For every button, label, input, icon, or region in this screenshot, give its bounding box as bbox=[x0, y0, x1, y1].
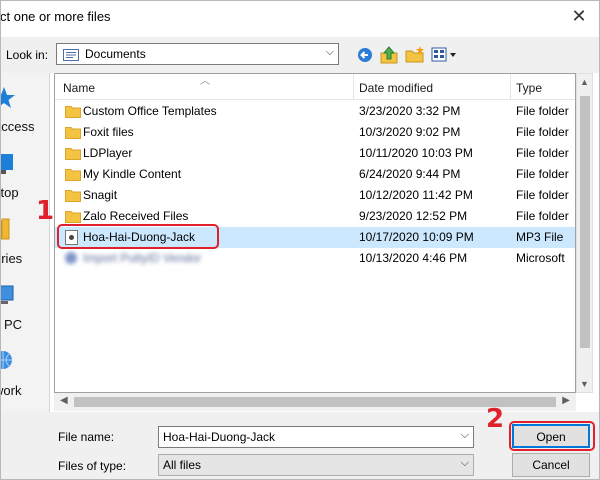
file-date: 6/24/2020 9:44 PM bbox=[359, 167, 461, 181]
file-name: My Kindle Content bbox=[83, 167, 182, 181]
file-type-label: Files of type: bbox=[58, 459, 127, 473]
file-type: File folder bbox=[516, 209, 569, 223]
places-pane: access ctop aries PC work bbox=[0, 73, 50, 413]
vertical-scrollbar[interactable]: ▲ ▼ bbox=[576, 73, 593, 393]
list-item[interactable]: My Kindle Content 6/24/2020 9:44 PM File… bbox=[55, 164, 575, 185]
file-type-value: All files bbox=[163, 458, 202, 472]
file-type: File folder bbox=[516, 146, 569, 160]
place-label: work bbox=[0, 383, 22, 398]
computer-icon bbox=[0, 285, 14, 304]
folder-icon bbox=[65, 169, 81, 181]
file-date: 10/3/2020 9:02 PM bbox=[359, 125, 461, 139]
folder-icon bbox=[65, 106, 81, 118]
close-icon[interactable]: ✕ bbox=[566, 6, 592, 28]
quick-access-place[interactable]: access bbox=[0, 85, 49, 141]
file-type: File folder bbox=[516, 104, 569, 118]
file-date: 10/12/2020 11:42 PM bbox=[359, 188, 473, 202]
place-label: ctop bbox=[0, 185, 19, 200]
scrollbar-thumb[interactable] bbox=[580, 96, 590, 348]
folder-icon bbox=[65, 190, 81, 202]
file-name: Custom Office Templates bbox=[83, 104, 217, 118]
file-date: 3/23/2020 3:32 PM bbox=[359, 104, 461, 118]
column-type[interactable]: Type bbox=[516, 81, 542, 95]
blurred-file-icon bbox=[65, 252, 77, 264]
file-name: Zalo Received Files bbox=[83, 209, 189, 223]
place-label: PC bbox=[4, 317, 23, 332]
up-folder-icon[interactable] bbox=[378, 45, 400, 65]
look-in-value: Documents bbox=[85, 47, 146, 61]
list-item[interactable]: Import PuttyID Vendor 10/13/2020 4:46 PM… bbox=[55, 248, 575, 269]
file-type: File folder bbox=[516, 125, 569, 139]
file-date: 10/17/2020 10:09 PM bbox=[359, 230, 474, 244]
documents-folder-icon bbox=[63, 49, 79, 61]
chevron-down-icon: ⌵ bbox=[325, 46, 334, 58]
file-date: 10/13/2020 4:46 PM bbox=[359, 251, 468, 265]
network-icon bbox=[0, 351, 12, 369]
highlight-box-open bbox=[509, 421, 595, 451]
file-name-input[interactable]: Hoa-Hai-Duong-Jack ⌵ bbox=[158, 426, 474, 448]
look-in-bar: Look in: Documents ⌵ bbox=[0, 37, 600, 73]
scroll-down-icon[interactable]: ▼ bbox=[580, 379, 589, 389]
column-name[interactable]: Name bbox=[63, 81, 95, 95]
step-2-marker: 2 bbox=[486, 404, 505, 434]
file-type: MP3 File bbox=[516, 230, 564, 244]
dialog-title: ct one or more files bbox=[0, 9, 111, 24]
file-type: File folder bbox=[516, 188, 569, 202]
highlight-box-file bbox=[57, 224, 219, 249]
list-item[interactable]: Foxit files 10/3/2020 9:02 PM File folde… bbox=[55, 122, 575, 143]
column-date-modified[interactable]: Date modified bbox=[359, 81, 433, 95]
network-place[interactable]: work bbox=[0, 349, 49, 405]
this-pc-place[interactable]: PC bbox=[0, 283, 49, 339]
chevron-down-icon[interactable]: ⌵ bbox=[461, 457, 469, 470]
sort-ascending-icon: ︿ bbox=[200, 76, 210, 87]
new-folder-icon[interactable] bbox=[404, 45, 426, 65]
cancel-button[interactable]: Cancel bbox=[512, 453, 590, 477]
look-in-dropdown[interactable]: Documents ⌵ bbox=[56, 43, 339, 65]
back-icon[interactable] bbox=[354, 45, 376, 65]
column-divider[interactable] bbox=[353, 74, 354, 100]
folder-icon bbox=[65, 148, 81, 160]
file-type: Microsoft bbox=[516, 251, 565, 265]
column-divider[interactable] bbox=[510, 74, 511, 100]
place-label: access bbox=[0, 119, 35, 134]
file-type: File folder bbox=[516, 167, 569, 181]
column-header-row: ︿ Name Date modified Type bbox=[55, 74, 575, 100]
file-name: Snagit bbox=[83, 188, 118, 202]
star-icon bbox=[0, 87, 15, 108]
file-name-value: Hoa-Hai-Duong-Jack bbox=[163, 430, 276, 444]
file-type-select[interactable]: All files ⌵ bbox=[158, 454, 474, 476]
desktop-icon bbox=[0, 154, 13, 174]
file-name: Foxit files bbox=[83, 125, 134, 139]
scroll-right-icon[interactable]: ▶ bbox=[562, 395, 570, 406]
chevron-down-icon[interactable]: ⌵ bbox=[461, 429, 469, 442]
file-date: 10/11/2020 10:03 PM bbox=[359, 146, 473, 160]
scroll-left-icon[interactable]: ◀ bbox=[60, 395, 68, 406]
file-name: LDPlayer bbox=[83, 146, 133, 160]
file-name: Import PuttyID Vendor bbox=[83, 251, 202, 265]
list-item[interactable]: LDPlayer 10/11/2020 10:03 PM File folder bbox=[55, 143, 575, 164]
look-in-label: Look in: bbox=[6, 48, 49, 62]
scroll-up-icon[interactable]: ▲ bbox=[580, 77, 589, 87]
file-name-label: File name: bbox=[58, 430, 115, 444]
folder-icon bbox=[65, 127, 81, 139]
step-1-marker: 1 bbox=[36, 196, 55, 226]
list-item[interactable]: Custom Office Templates 3/23/2020 3:32 P… bbox=[55, 101, 575, 122]
list-item[interactable]: Snagit 10/12/2020 11:42 PM File folder bbox=[55, 185, 575, 206]
file-date: 9/23/2020 12:52 PM bbox=[359, 209, 468, 223]
place-label: aries bbox=[0, 251, 23, 266]
title-bar: ct one or more files ✕ bbox=[0, 0, 600, 36]
view-menu-icon[interactable] bbox=[430, 45, 460, 65]
scrollbar-thumb[interactable] bbox=[74, 397, 556, 407]
library-icon bbox=[0, 218, 10, 240]
folder-icon bbox=[65, 211, 81, 223]
